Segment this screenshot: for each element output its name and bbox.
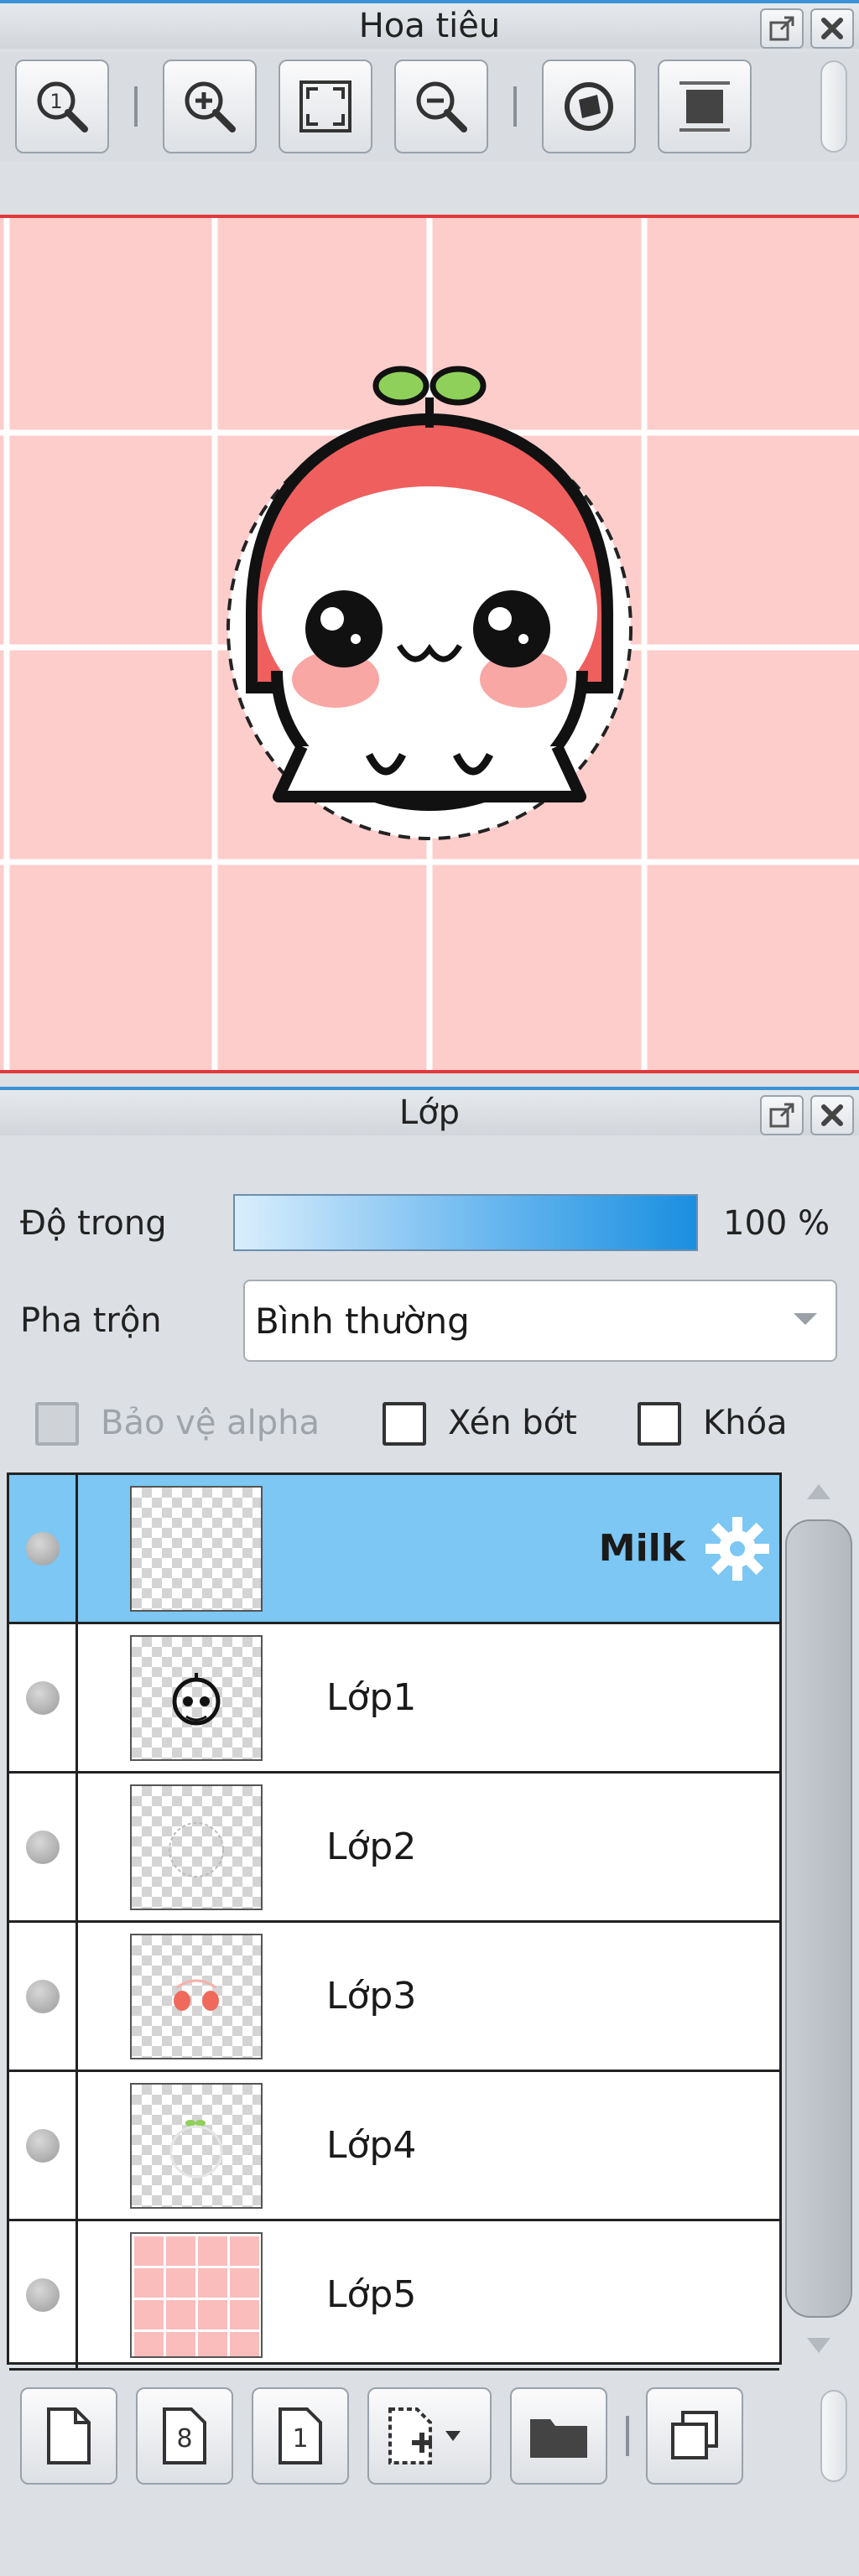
opacity-value: 100 %	[723, 1204, 830, 1243]
layers-title: Lớp	[398, 1093, 461, 1132]
opacity-slider[interactable]	[233, 1194, 698, 1251]
layer-row-milk[interactable]: Milk	[9, 1475, 779, 1624]
navigator-title-bar: Hoa tiêu	[0, 0, 859, 49]
face-thumbnail-icon	[172, 1672, 221, 1725]
layer-thumbnail	[130, 2082, 263, 2209]
flip-button[interactable]	[658, 60, 752, 153]
protect-alpha-checkbox[interactable]	[35, 1402, 79, 1446]
navigator-preview[interactable]	[0, 215, 859, 1073]
eye-icon	[25, 1979, 60, 2013]
blend-mode-select[interactable]: Bình thường	[243, 1280, 837, 1362]
layer-thumbnail	[130, 1634, 263, 1761]
new-folder-button[interactable]	[510, 2387, 607, 2485]
popout-button[interactable]	[760, 1095, 804, 1135]
layers-bottom-toolbar: 8 1	[0, 2373, 859, 2499]
visibility-toggle[interactable]	[9, 1774, 78, 1920]
navigator-title: Hoa tiêu	[358, 7, 501, 45]
clipping-checkbox[interactable]	[383, 1402, 426, 1446]
zoom-out-button[interactable]	[394, 60, 488, 153]
new-1bit-layer-button[interactable]: 1	[252, 2387, 349, 2485]
cheeks-thumbnail-icon	[174, 1979, 219, 2011]
fit-screen-button[interactable]	[279, 60, 372, 153]
lock-label: Khóa	[703, 1404, 788, 1442]
layer-row-lop4[interactable]: Lớp4	[9, 2072, 779, 2221]
chevron-down-icon	[794, 1313, 817, 1325]
protect-alpha-label: Bảo vệ alpha	[101, 1404, 320, 1442]
gear-icon[interactable]	[702, 1514, 773, 1584]
blend-mode-label: Pha trộn	[20, 1301, 162, 1340]
visibility-toggle[interactable]	[9, 2072, 78, 2219]
visibility-toggle[interactable]	[9, 1923, 78, 2070]
eye-icon	[25, 2277, 60, 2312]
toolbar-separator	[626, 2416, 629, 2456]
toolbar-separator	[134, 86, 138, 127]
popout-icon	[769, 16, 794, 41]
navigator-toolbar: 1	[0, 52, 859, 161]
close-icon	[821, 1104, 843, 1126]
layer-name: Lớp4	[326, 2124, 417, 2167]
close-icon	[821, 18, 843, 39]
layer-thumbnail	[130, 1933, 263, 2059]
duplicate-icon	[671, 2411, 718, 2459]
scroll-up-icon[interactable]	[807, 1484, 830, 1499]
outline-thumbnail-icon	[169, 1821, 224, 1877]
layer-list: Milk Lớp1 Lớp2 Lớp3 Lớp4 Lớp5	[7, 1472, 782, 2371]
toolbar-separator	[513, 86, 517, 127]
actual-size-button[interactable]: 1	[15, 60, 109, 153]
visibility-toggle[interactable]	[9, 1475, 78, 1622]
zoom-in-icon	[185, 81, 236, 132]
layer-row-lop5[interactable]: Lớp5	[9, 2221, 779, 2371]
add-layer-menu-icon	[388, 2407, 461, 2464]
layer-list-scrollbar[interactable]	[784, 1472, 854, 2365]
eye-icon	[25, 2128, 60, 2163]
folder-icon	[530, 2419, 587, 2458]
rotate-reset-icon	[565, 82, 613, 131]
eye-icon	[25, 1531, 60, 1566]
layer-name: Lớp1	[326, 1676, 417, 1719]
canvas-preview-image	[0, 218, 859, 1070]
opacity-label: Độ trong	[20, 1204, 167, 1243]
eye-icon	[25, 1830, 60, 1864]
layer-thumbnail	[130, 1784, 263, 1910]
layer-thumbnail	[130, 2231, 263, 2358]
scroll-thumb[interactable]	[785, 1519, 852, 2318]
duplicate-layer-button[interactable]	[646, 2387, 743, 2485]
svg-text:1: 1	[49, 90, 62, 113]
new-8bit-layer-button[interactable]: 8	[136, 2387, 233, 2485]
toolbar-scroll[interactable]	[820, 60, 847, 153]
visibility-toggle[interactable]	[9, 2221, 78, 2368]
layer-name: Lớp5	[326, 2273, 417, 2316]
layer-row-lop1[interactable]: Lớp1	[9, 1624, 779, 1774]
clipping-label: Xén bớt	[448, 1404, 577, 1442]
fit-screen-icon	[299, 80, 351, 132]
new-layer-icon	[47, 2407, 91, 2464]
blend-mode-value: Bình thường	[255, 1300, 470, 1342]
layer-name: Lớp3	[326, 1975, 417, 2018]
visibility-toggle[interactable]	[9, 1624, 78, 1771]
popout-button[interactable]	[760, 8, 804, 49]
layers-title-bar: Lớp	[0, 1087, 859, 1135]
rotate-reset-button[interactable]	[542, 60, 636, 153]
layer-name: Lớp2	[326, 1826, 417, 1868]
layer-row-lop2[interactable]: Lớp2	[9, 1774, 779, 1923]
flip-icon	[679, 81, 730, 132]
layer-row-lop3[interactable]: Lớp3	[9, 1923, 779, 2072]
eye-icon	[25, 1680, 60, 1715]
actual-size-icon: 1	[37, 81, 88, 132]
layer-name: Milk	[598, 1527, 685, 1570]
8bit-label: 8	[176, 2423, 193, 2454]
toolbar-scroll[interactable]	[820, 2390, 847, 2482]
1bit-label: 1	[292, 2423, 309, 2454]
close-button[interactable]	[810, 8, 854, 49]
scroll-down-icon[interactable]	[807, 2338, 830, 2353]
sprout-thumbnail-icon	[169, 2119, 223, 2178]
close-button[interactable]	[810, 1095, 854, 1135]
zoom-in-button[interactable]	[163, 60, 257, 153]
lock-checkbox[interactable]	[638, 1402, 681, 1446]
layer-thumbnail	[130, 1485, 263, 1612]
popout-icon	[769, 1103, 794, 1128]
new-layer-button[interactable]	[20, 2387, 117, 2485]
add-layer-menu-button[interactable]	[367, 2387, 492, 2485]
zoom-out-icon	[416, 81, 467, 132]
